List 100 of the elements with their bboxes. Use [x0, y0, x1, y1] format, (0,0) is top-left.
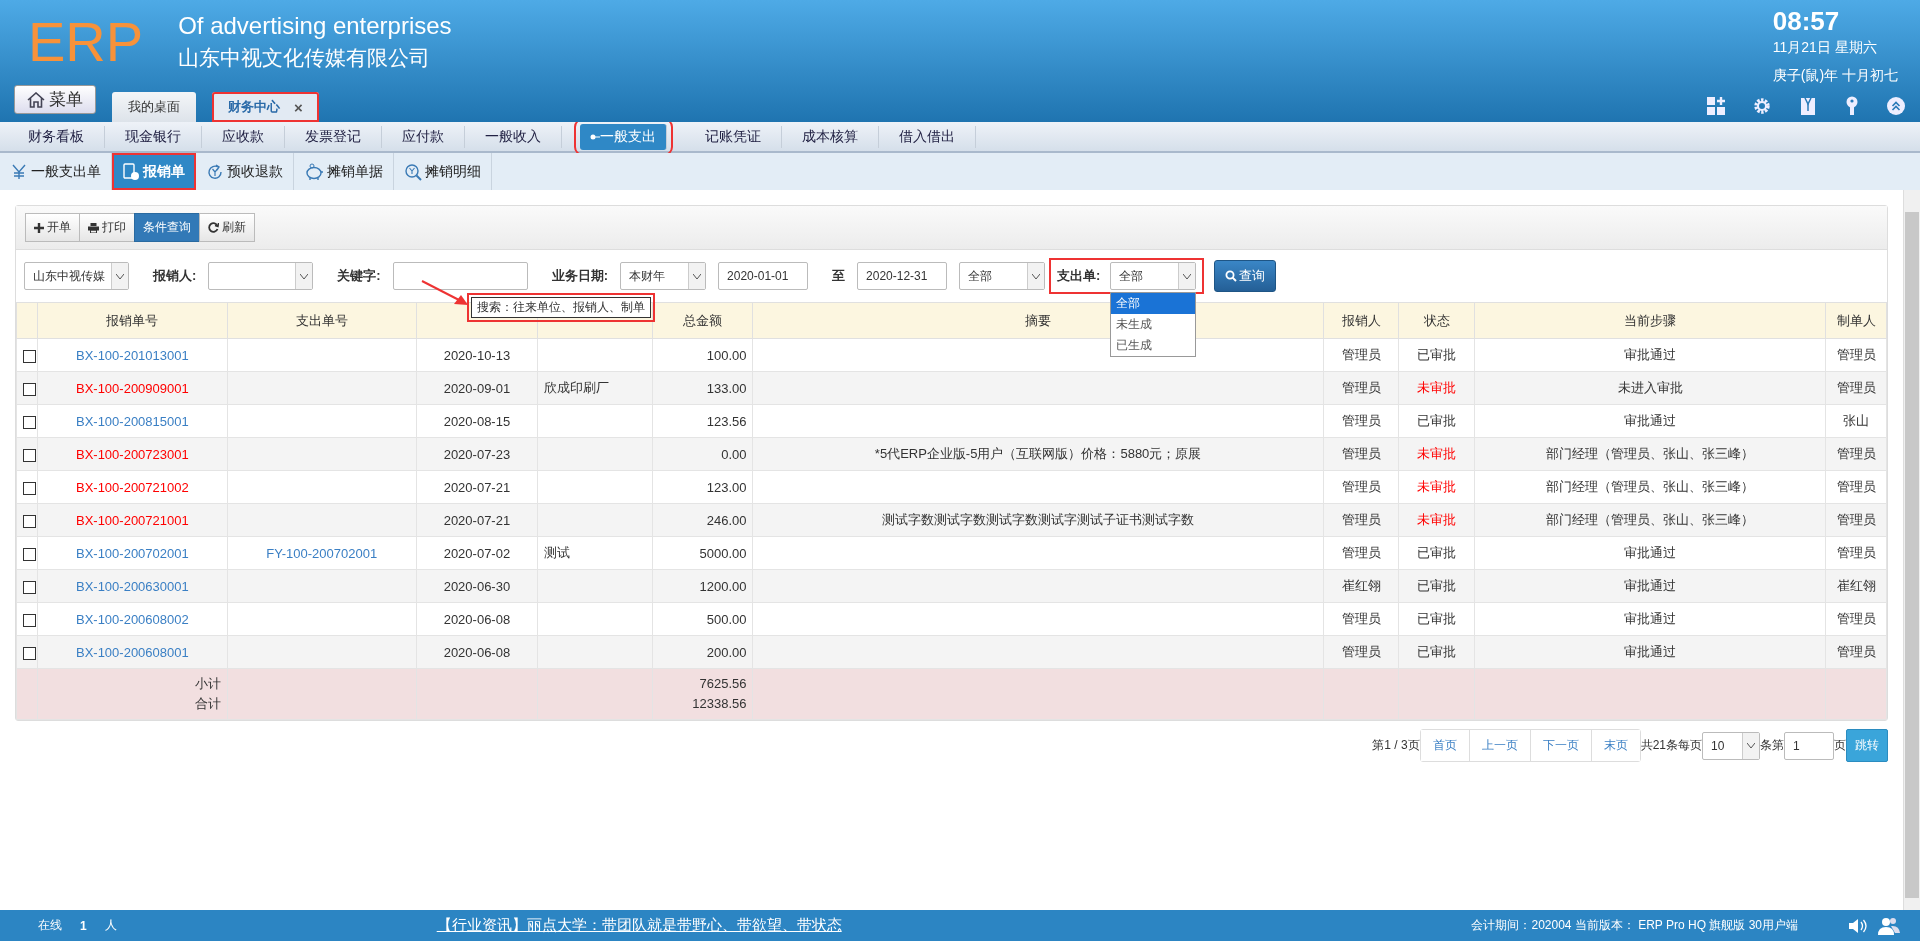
table-cell: 管理员	[1341, 545, 1381, 560]
piggy-bank-icon	[304, 162, 324, 181]
page-button[interactable]: 末页	[1590, 730, 1640, 761]
row-checkbox[interactable]	[23, 415, 36, 429]
toolbar-button[interactable]: 条件查询	[134, 213, 200, 242]
date-from-field[interactable]: 2020-01-01	[718, 262, 809, 290]
table-cell: 5000.00	[699, 545, 747, 561]
users-icon[interactable]	[1878, 916, 1900, 935]
row-checkbox[interactable]	[23, 646, 36, 660]
page-number-field[interactable]: 1	[1784, 731, 1834, 760]
table-cell: 管理员	[1341, 479, 1381, 494]
version-info: 会计期间：202004 当前版本： ERP Pro HQ 旗舰版 30用户端	[1471, 917, 1798, 934]
nav-item[interactable]: 借入借出	[879, 125, 976, 148]
news-link[interactable]: 【行业资讯】丽点大学：带团队就是带野心、带欲望、带状态	[436, 916, 842, 935]
shirt-icon[interactable]	[1798, 96, 1818, 116]
search-button[interactable]: 查询	[1214, 260, 1277, 292]
period-select[interactable]: 本财年	[620, 262, 707, 290]
subtotal-value: 7625.56	[698, 675, 747, 693]
dropdown-option[interactable]: 未生成	[1111, 314, 1196, 335]
row-checkbox[interactable]	[23, 481, 36, 495]
row-checkbox[interactable]	[23, 613, 36, 627]
home-icon	[27, 91, 45, 108]
status-text: 已审批	[1417, 347, 1457, 362]
nav-item[interactable]: 一般收入	[465, 125, 562, 148]
table-cell: 2020-07-23	[443, 446, 511, 462]
scrollbar[interactable]	[1903, 190, 1920, 910]
table-cell: 200.00	[706, 644, 747, 660]
online-count: 1	[80, 918, 87, 933]
collapse-icon[interactable]	[1886, 96, 1906, 116]
table-cell: 133.00	[706, 380, 747, 396]
table-cell: 管理员	[1836, 347, 1876, 362]
keyword-field[interactable]	[392, 262, 528, 290]
subtotal-label: 小计	[193, 675, 221, 693]
nav-item[interactable]: 应收款	[202, 125, 285, 148]
total-value: 12338.56	[691, 695, 747, 713]
nav-item[interactable]: 现金银行	[105, 125, 202, 148]
nav-item[interactable]: 财务看板	[8, 125, 105, 148]
clock-date: 11月21日 星期六	[1772, 39, 1878, 57]
refund-icon	[206, 162, 224, 181]
dropdown-option[interactable]: 已生成	[1111, 335, 1196, 356]
table-cell: 管理员	[1341, 446, 1381, 461]
company-select[interactable]: 山东中视传媒	[24, 262, 129, 290]
window-tab[interactable]: 财务中心 ×	[212, 92, 319, 122]
toolbar-button[interactable]: 打印	[79, 213, 135, 242]
table-cell: 管理员	[1836, 380, 1876, 395]
online-label: 在线	[38, 917, 62, 934]
search-icon	[1225, 270, 1238, 282]
column-header: 摘要	[1025, 312, 1052, 328]
column-header: 制单人	[1836, 312, 1876, 328]
table-cell: 管理员	[1341, 413, 1381, 428]
toolbar-button[interactable]: 开单	[25, 213, 80, 242]
window-tab[interactable]: 我的桌面	[112, 92, 196, 122]
table-cell: 审批通过	[1624, 611, 1677, 626]
refresh-icon	[208, 222, 219, 233]
to-label: 至	[832, 267, 846, 285]
status-text: 未审批	[1417, 479, 1457, 494]
speaker-icon[interactable]	[1848, 917, 1868, 934]
row-checkbox[interactable]	[23, 514, 36, 528]
nav-item[interactable]: 发票登记	[285, 125, 382, 148]
table-cell: 测试	[543, 545, 570, 560]
status-text: 已审批	[1417, 578, 1457, 593]
row-checkbox[interactable]	[23, 349, 36, 363]
status-text: 未审批	[1417, 512, 1457, 527]
status-text: 已审批	[1417, 644, 1457, 659]
nav-item[interactable]: 记账凭证	[685, 125, 782, 148]
table-cell: 审批通过	[1624, 347, 1677, 362]
page-size-select[interactable]: 10	[1702, 731, 1760, 760]
row-checkbox[interactable]	[23, 580, 36, 594]
table-cell: 2020-07-21	[443, 479, 511, 495]
table-cell: 管理员	[1836, 611, 1876, 626]
row-checkbox[interactable]	[23, 448, 36, 462]
column-header: 当前步骤	[1624, 312, 1677, 328]
menu-button[interactable]: 菜单	[14, 85, 96, 114]
table-cell: 管理员	[1836, 644, 1876, 659]
close-icon[interactable]: ×	[294, 98, 303, 116]
date-to-field[interactable]: 2020-12-31	[857, 262, 948, 290]
status-text: 未审批	[1417, 446, 1457, 461]
table-cell: 张山	[1843, 413, 1870, 428]
row-checkbox[interactable]	[23, 382, 36, 396]
sub-tab[interactable]: 摊销单据	[294, 153, 394, 190]
payment-select[interactable]: 全部	[1110, 262, 1197, 290]
add-widget-icon[interactable]	[1706, 96, 1726, 116]
sub-tab[interactable]: 摊销明细	[394, 153, 492, 190]
sub-tab[interactable]: 预收退款	[196, 153, 294, 190]
nav-item[interactable]: 成本核算	[782, 125, 879, 148]
table-cell: 测试字数测试字数测试字数测试字测试子证书测试字数	[882, 512, 1195, 527]
settings-icon[interactable]	[1752, 96, 1772, 116]
table-cell: 管理员	[1341, 347, 1381, 362]
sub-tab[interactable]: 报销单	[112, 153, 196, 190]
keyword-label: 关键字:	[337, 267, 381, 285]
scope-select[interactable]: 全部	[959, 262, 1046, 290]
table-cell: 2020-08-15	[443, 413, 511, 429]
nav-item[interactable]: 应付款	[382, 125, 465, 148]
toolbar-button[interactable]: 刷新	[199, 213, 255, 242]
dropdown-option[interactable]: 全部	[1111, 293, 1196, 314]
company-name: 山东中视文化传媒有限公司	[178, 45, 432, 71]
annotation-arrow	[421, 280, 469, 306]
row-checkbox[interactable]	[23, 547, 36, 561]
key-icon[interactable]	[1844, 96, 1860, 116]
plus-icon	[34, 222, 44, 233]
